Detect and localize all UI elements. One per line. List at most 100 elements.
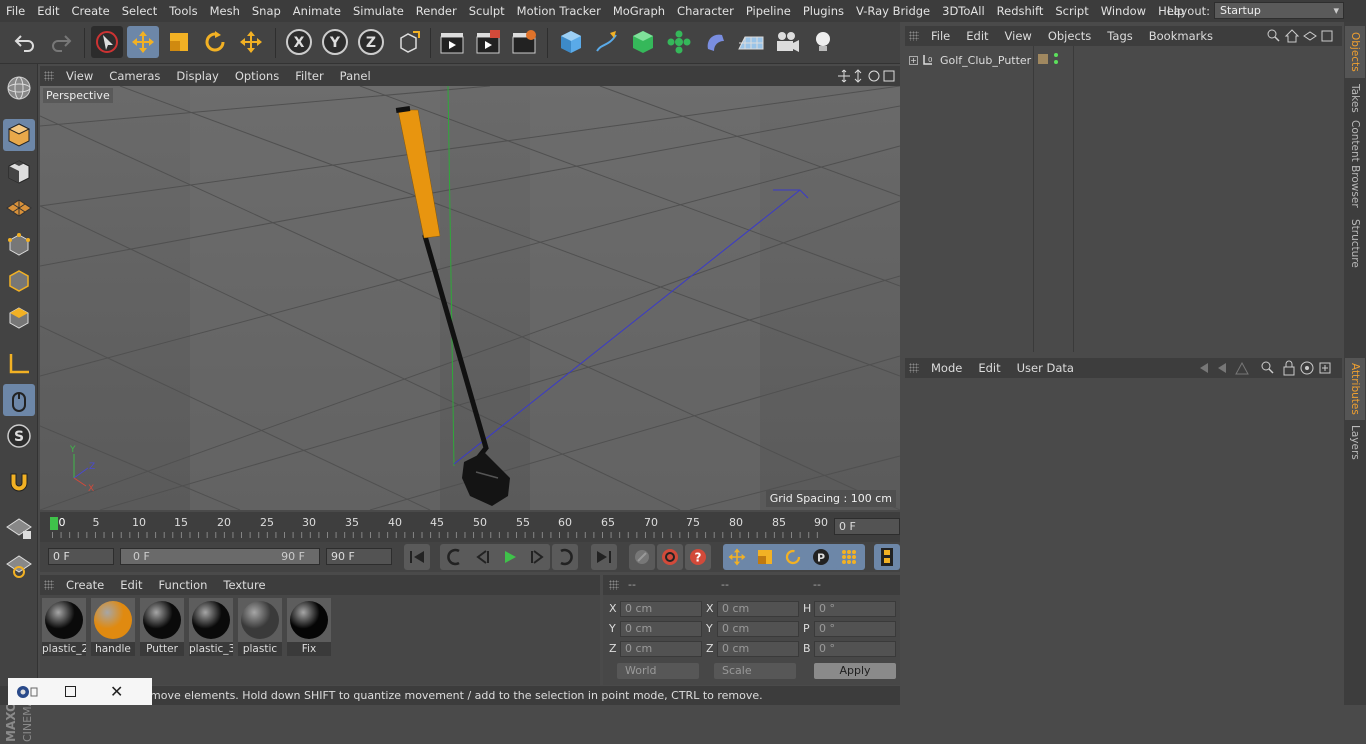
undo-button[interactable] <box>9 26 41 58</box>
material-swatch[interactable]: plastic_2 <box>42 598 86 656</box>
layout-dropdown[interactable]: Startup <box>1214 2 1344 19</box>
object-row[interactable]: + 0 Golf_Club_Putter <box>905 52 1031 68</box>
play-button[interactable] <box>497 544 523 570</box>
size-y-field[interactable]: 0 cm <box>717 621 799 637</box>
viewport-menu-panel[interactable]: Panel <box>332 69 379 83</box>
menu-sculpt[interactable]: Sculpt <box>463 4 511 18</box>
viewport-menu-options[interactable]: Options <box>227 69 287 83</box>
menu-file[interactable]: File <box>0 4 31 18</box>
live-selection-button[interactable] <box>91 26 123 58</box>
snap-button[interactable] <box>3 466 35 498</box>
layer-color-swatch[interactable] <box>1038 54 1048 64</box>
grid-snap-button[interactable] <box>3 512 35 544</box>
coordinate-mode-dropdown[interactable]: Scale <box>714 663 796 679</box>
rotation-b-field[interactable]: 0 ° <box>814 641 896 657</box>
timeline-ruler[interactable]: 0 5 10 15 20 25 30 35 40 45 50 55 60 65 … <box>40 512 900 542</box>
object-menu-bookmarks[interactable]: Bookmarks <box>1141 29 1221 43</box>
previous-frame-button[interactable] <box>470 544 496 570</box>
texture-mode-button[interactable] <box>3 156 35 188</box>
scale-key-button[interactable] <box>752 544 778 570</box>
expand-icon[interactable]: + <box>909 55 918 65</box>
close-button[interactable]: ✕ <box>110 683 123 699</box>
menu-motion-tracker[interactable]: Motion Tracker <box>511 4 607 18</box>
z-axis-lock-button[interactable]: Z <box>355 26 387 58</box>
attribute-menu-edit[interactable]: Edit <box>970 361 1008 375</box>
tab-structure[interactable]: Structure <box>1345 214 1365 272</box>
move-tool-button[interactable] <box>127 26 159 58</box>
start-frame-field[interactable]: 0 F <box>48 548 114 565</box>
deformer-button[interactable] <box>699 26 731 58</box>
y-axis-lock-button[interactable]: Y <box>319 26 351 58</box>
transform-tool-button[interactable] <box>235 26 267 58</box>
material-swatch[interactable]: plastic_3 <box>189 598 233 656</box>
viewport-menu-view[interactable]: View <box>58 69 101 83</box>
solo-mode-button[interactable]: S <box>3 420 35 452</box>
attribute-manager-nav-icons[interactable] <box>1196 360 1336 376</box>
camera-button[interactable] <box>771 26 803 58</box>
autokeying-button[interactable]: ? <box>685 544 711 570</box>
menu-select[interactable]: Select <box>116 4 163 18</box>
panel-grip-icon[interactable] <box>909 31 919 41</box>
material-menu-edit[interactable]: Edit <box>112 578 150 592</box>
redo-button[interactable] <box>45 26 77 58</box>
position-key-button[interactable] <box>724 544 750 570</box>
position-x-field[interactable]: 0 cm <box>620 601 702 617</box>
size-x-field[interactable]: 0 cm <box>717 601 799 617</box>
timeline-window-button[interactable] <box>874 544 900 570</box>
goto-start-button[interactable] <box>404 544 430 570</box>
material-swatch[interactable]: plastic <box>238 598 282 656</box>
rotation-h-field[interactable]: 0 ° <box>814 601 896 617</box>
material-swatch[interactable]: Putter <box>140 598 184 656</box>
camera-label[interactable]: Perspective <box>43 88 113 103</box>
render-view-button[interactable] <box>436 26 468 58</box>
cloner-button[interactable] <box>663 26 695 58</box>
maximize-button[interactable] <box>65 686 76 697</box>
record-active-objects-button[interactable] <box>657 544 683 570</box>
scale-tool-button[interactable] <box>163 26 195 58</box>
preview-range-slider[interactable]: 0 F 90 F <box>120 548 320 565</box>
render-visibility-dot[interactable] <box>1054 60 1058 64</box>
apply-button[interactable]: Apply <box>814 663 896 679</box>
panel-grip-icon[interactable] <box>909 363 919 373</box>
make-editable-button[interactable] <box>3 72 35 104</box>
menu-character[interactable]: Character <box>671 4 740 18</box>
attribute-menu-user-data[interactable]: User Data <box>1009 361 1082 375</box>
attribute-menu-mode[interactable]: Mode <box>923 361 970 375</box>
tab-content-browser[interactable]: Content Browser <box>1345 118 1365 210</box>
viewport-menu-cameras[interactable]: Cameras <box>101 69 168 83</box>
tweak-mode-button[interactable] <box>3 384 35 416</box>
workplane-mode-button[interactable] <box>3 192 35 224</box>
viewport-nav-icons[interactable] <box>838 68 896 84</box>
coordinate-space-dropdown[interactable]: World <box>617 663 699 679</box>
next-keyframe-button[interactable] <box>552 544 578 570</box>
menu-animate[interactable]: Animate <box>287 4 347 18</box>
menu-vray-bridge[interactable]: V-Ray Bridge <box>850 4 936 18</box>
material-menu-create[interactable]: Create <box>58 578 112 592</box>
render-settings-button[interactable] <box>508 26 540 58</box>
object-menu-objects[interactable]: Objects <box>1040 29 1099 43</box>
object-menu-file[interactable]: File <box>923 29 958 43</box>
material-menu-function[interactable]: Function <box>151 578 216 592</box>
edges-mode-button[interactable] <box>3 265 35 297</box>
model-mode-button[interactable] <box>3 119 35 151</box>
parameter-key-button[interactable]: P <box>808 544 834 570</box>
tab-takes[interactable]: Takes <box>1345 80 1365 116</box>
menu-pipeline[interactable]: Pipeline <box>740 4 797 18</box>
tab-attributes[interactable]: Attributes <box>1345 358 1365 420</box>
goto-end-button[interactable] <box>591 544 617 570</box>
rotation-p-field[interactable]: 0 ° <box>814 621 896 637</box>
menu-create[interactable]: Create <box>66 4 116 18</box>
point-level-key-button[interactable] <box>836 544 862 570</box>
menu-edit[interactable]: Edit <box>31 4 65 18</box>
object-menu-edit[interactable]: Edit <box>958 29 996 43</box>
panel-grip-icon[interactable] <box>44 71 54 81</box>
menu-mograph[interactable]: MoGraph <box>607 4 671 18</box>
menu-3dtoall[interactable]: 3DToAll <box>936 4 991 18</box>
object-menu-tags[interactable]: Tags <box>1099 29 1140 43</box>
panel-grip-icon[interactable] <box>44 580 54 590</box>
playhead-marker[interactable] <box>50 517 58 530</box>
tab-layers[interactable]: Layers <box>1345 422 1365 462</box>
menu-redshift[interactable]: Redshift <box>991 4 1050 18</box>
size-z-field[interactable]: 0 cm <box>717 641 799 657</box>
polygons-mode-button[interactable] <box>3 302 35 334</box>
